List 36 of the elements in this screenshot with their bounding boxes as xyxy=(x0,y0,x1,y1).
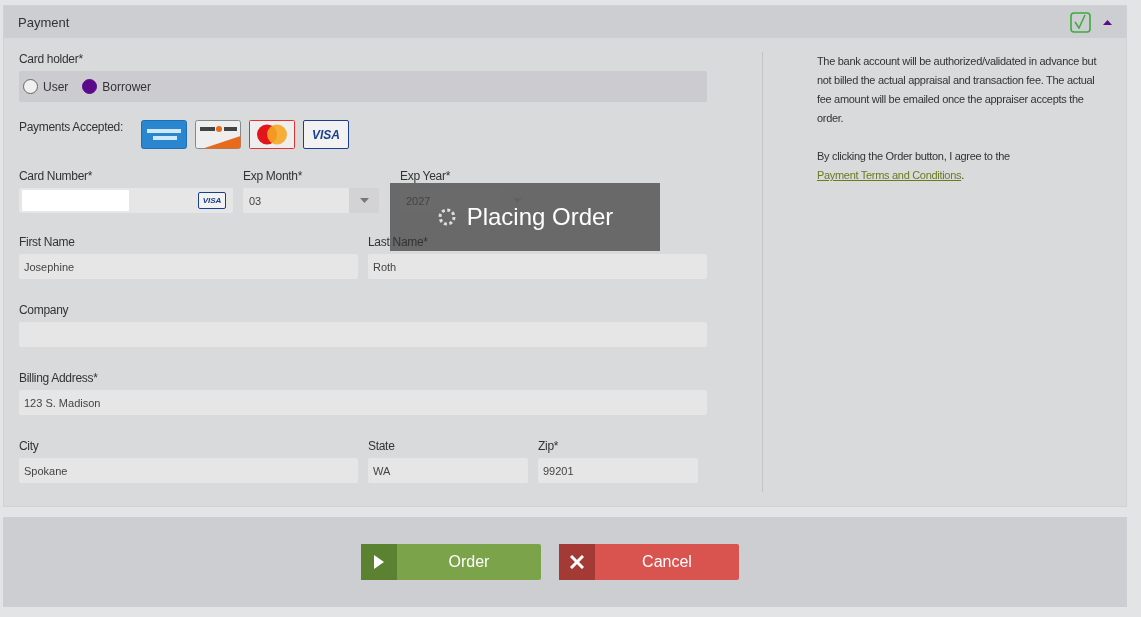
close-icon xyxy=(570,555,584,569)
card-number-field[interactable]: VISA xyxy=(19,188,233,213)
field-label: First Name xyxy=(19,235,75,249)
field-label: State xyxy=(368,439,395,453)
field-label: Payments Accepted: xyxy=(19,120,123,134)
field-label: Company xyxy=(19,303,69,317)
notice-text: The bank account will be authorized/validated in advance but not billed the actual appraisal and transaction fee. The actual fee amount will be emailed once the appraiser accepts the order. xyxy=(816,54,1098,126)
panel-header[interactable]: Payment xyxy=(4,6,1126,38)
input-field[interactable]: WA xyxy=(368,458,528,483)
field-label: City xyxy=(19,439,39,453)
loading-text: Placing Order xyxy=(466,203,614,231)
cancel-button[interactable]: Cancel xyxy=(559,544,739,580)
field-label: Billing Address* xyxy=(19,371,98,385)
agreement-text: By clicking the Order button, I agree to the Payment Terms and Conditions. xyxy=(816,149,1011,183)
collapse-icon[interactable] xyxy=(1103,19,1112,25)
input-field[interactable]: Spokane xyxy=(19,458,358,483)
field-label: Exp Year* xyxy=(400,169,450,183)
field-label: Card Number* xyxy=(19,169,93,183)
card-logo xyxy=(249,120,295,149)
radio-option[interactable]: Borrower xyxy=(82,79,152,94)
field-label: Exp Month* xyxy=(243,169,303,183)
field-label: Card holder* xyxy=(19,52,83,66)
spinner-icon xyxy=(436,207,457,227)
input-field[interactable]: 99201 xyxy=(538,458,698,483)
panel-title: Payment xyxy=(18,14,70,30)
card-logo: VISA xyxy=(198,192,226,209)
field-label: Zip* xyxy=(538,439,559,453)
input-field[interactable]: Roth xyxy=(368,254,707,279)
input-field[interactable]: 123 S. Madison xyxy=(19,390,707,415)
select-field[interactable]: 03 xyxy=(243,188,379,213)
card-logo xyxy=(141,120,187,149)
radio-option[interactable]: User xyxy=(23,79,69,94)
play-icon xyxy=(374,555,384,569)
input-field[interactable]: Josephine xyxy=(19,254,358,279)
card-logo xyxy=(195,120,241,149)
card-logo: VISA xyxy=(303,120,349,149)
